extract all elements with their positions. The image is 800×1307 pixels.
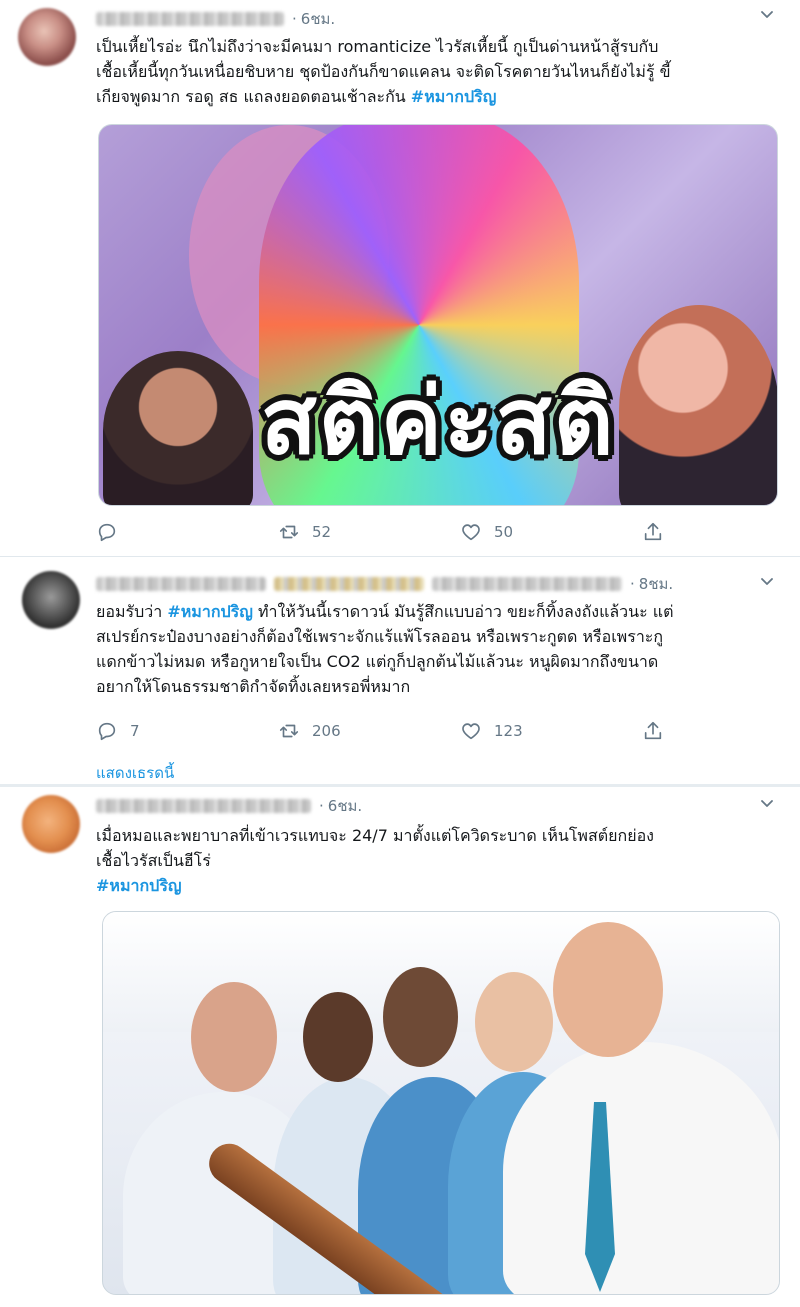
blurred-username[interactable] <box>96 577 266 591</box>
retweet-button[interactable]: 206 <box>278 720 460 742</box>
tweet-3: · 6ชม. เมื่อหมอและพยาบาลที่เข้าเวรแทบจะ … <box>0 784 800 1307</box>
separator-dot: · <box>292 10 297 28</box>
chevron-down-icon[interactable] <box>760 797 774 811</box>
blurred-username-emoji <box>274 577 424 591</box>
tweet-line: เชื้อเหี้ยนี้ทุกวันเหนื่อยชิบหาย ชุดป้อง… <box>96 62 671 81</box>
tweet-text: เมื่อหมอและพยาบาลที่เข้าเวรแทบจะ 24/7 มา… <box>96 823 786 898</box>
hashtag-link[interactable]: #หมากปริญ <box>167 602 253 621</box>
tweet-actions: 7 206 123 <box>96 719 676 743</box>
image-doctor-head <box>303 992 373 1082</box>
image-caption: สติค่ะสติ <box>260 368 616 475</box>
tweet-line-text: ทำให้วันนี้เราดาวน์ มันรู้สึกแบบอ่าว ขยะ… <box>252 602 674 621</box>
avatar[interactable] <box>22 571 80 629</box>
tweet-line: เมื่อหมอและพยาบาลที่เข้าเวรแทบจะ 24/7 มา… <box>96 826 654 845</box>
blurred-username[interactable] <box>96 12 284 26</box>
tweet-line: #หมากปริญ <box>96 873 786 898</box>
hashtag-link[interactable]: #หมากปริญ <box>411 87 497 106</box>
share-icon <box>644 522 662 541</box>
chevron-down-icon[interactable] <box>760 8 774 22</box>
separator-dot: · <box>630 575 635 593</box>
heart-icon <box>462 524 480 541</box>
retweet-count: 52 <box>312 523 332 541</box>
tweet-1: · 6ชม. เป็นเหี้ยไรอ่ะ นึกไม่ถึงว่าจะมีคน… <box>0 0 800 556</box>
timestamp[interactable]: 6ชม. <box>328 794 362 818</box>
separator-dot: · <box>319 797 324 815</box>
tweet-header: · 6ชม. <box>96 8 335 30</box>
like-count: 123 <box>494 722 523 740</box>
timestamp[interactable]: 8ชม. <box>639 572 673 596</box>
tweet-image[interactable] <box>102 911 780 1295</box>
retweet-button[interactable]: 52 <box>278 521 460 543</box>
retweet-count: 206 <box>312 722 341 740</box>
avatar[interactable] <box>18 8 76 66</box>
share-button[interactable] <box>642 720 676 742</box>
like-button[interactable]: 123 <box>460 720 642 742</box>
tweet-line: เกียจพูดมาก รอดู สธ แถลงยอดตอนเช้าละกัน … <box>96 84 786 109</box>
tweet-actions: 52 50 <box>96 520 676 544</box>
hashtag-link[interactable]: #หมากปริญ <box>96 876 182 895</box>
tweet-header: · 6ชม. <box>96 795 362 817</box>
tweet-2: · 8ชม. ยอมรับว่า #หมากปริญ ทำให้วันนี้เร… <box>0 556 800 784</box>
image-doctor-head <box>191 982 277 1092</box>
share-button[interactable] <box>642 521 676 543</box>
reply-icon <box>98 722 116 741</box>
tweet-text: ยอมรับว่า #หมากปริญ ทำให้วันนี้เราดาวน์ … <box>96 599 786 699</box>
blurred-handle[interactable] <box>432 577 622 591</box>
retweet-icon <box>279 724 299 738</box>
reply-count: 7 <box>130 722 140 740</box>
tweet-line-text: ยอมรับว่า <box>96 602 168 621</box>
reply-button[interactable]: 7 <box>96 720 278 742</box>
like-count: 50 <box>494 523 514 541</box>
blurred-username[interactable] <box>96 799 311 813</box>
like-button[interactable]: 50 <box>460 521 642 543</box>
tweet-line-text: เกียจพูดมาก รอดู สธ แถลงยอดตอนเช้าละกัน <box>96 87 411 106</box>
image-scene: สติค่ะสติ <box>99 125 777 505</box>
avatar[interactable] <box>22 795 80 853</box>
heart-icon <box>462 723 480 740</box>
image-nurse-head <box>475 972 553 1072</box>
share-icon <box>644 721 662 740</box>
timestamp[interactable]: 6ชม. <box>301 7 335 31</box>
tweet-line: เป็นเหี้ยไรอ่ะ นึกไม่ถึงว่าจะมีคนมา roma… <box>96 37 659 56</box>
reply-icon <box>98 523 116 542</box>
retweet-icon <box>279 525 299 539</box>
tweet-line: เชื้อไวรัสเป็นฮีโร่ <box>96 851 211 870</box>
image-doctor-head <box>553 922 663 1057</box>
tweet-image[interactable]: สติค่ะสติ <box>98 124 778 506</box>
reply-button[interactable] <box>96 521 278 543</box>
image-doctor-body <box>503 1042 779 1294</box>
tweet-line: อยากให้โดนธรรมชาติกำจัดทิ้งเลยหรอพี่หมาก <box>96 677 411 696</box>
tweet-text: เป็นเหี้ยไรอ่ะ นึกไม่ถึงว่าจะมีคนมา roma… <box>96 34 786 109</box>
image-nurse-head <box>383 967 458 1067</box>
tweet-header: · 8ชม. <box>96 573 673 595</box>
show-thread-link[interactable]: แสดงเธรดนี้ <box>96 761 174 785</box>
chevron-down-icon[interactable] <box>760 575 774 589</box>
tweet-line: ยอมรับว่า #หมากปริญ ทำให้วันนี้เราดาวน์ … <box>96 599 786 624</box>
tweet-line: แดกข้าวไม่หมด หรือกูหายใจเป็น CO2 แต่กูก… <box>96 652 659 671</box>
tweet-line: สเปรย์กระป๋องบางอย่างก็ต้องใช้เพราะจักแร… <box>96 627 664 646</box>
